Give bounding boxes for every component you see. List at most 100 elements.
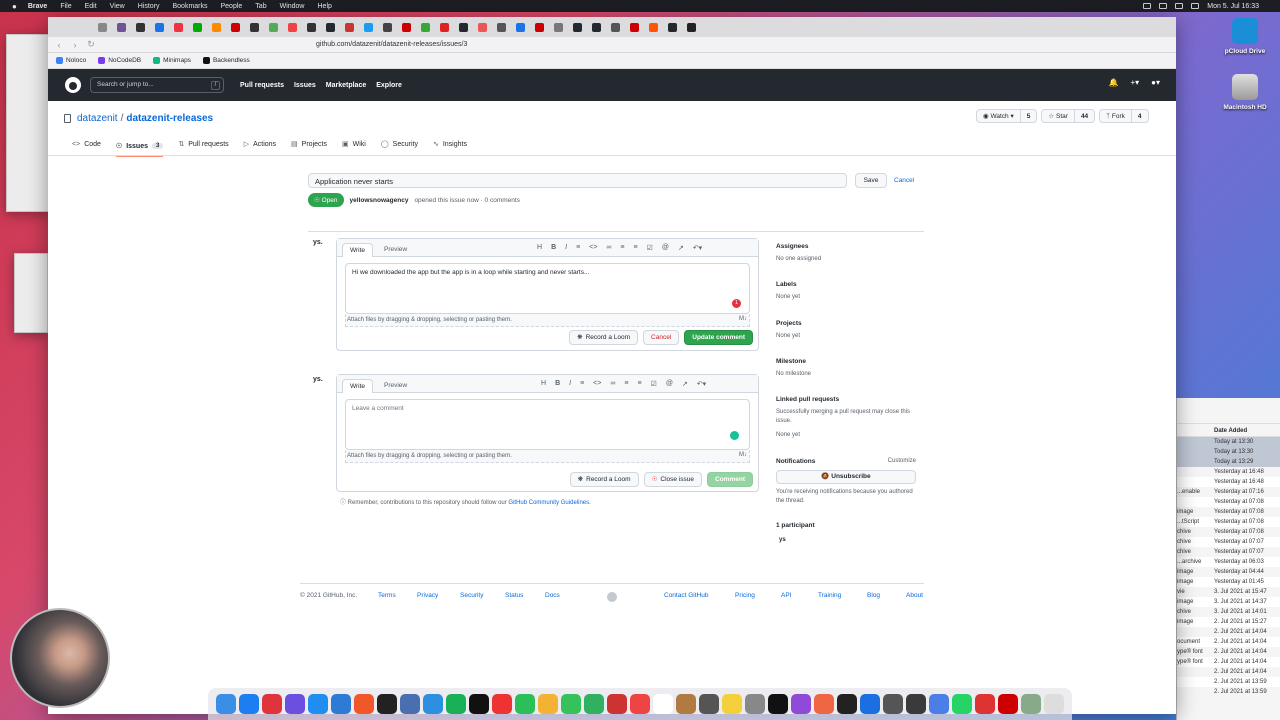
dock-app-icon[interactable] <box>284 694 305 714</box>
notification-badge[interactable]: 1 <box>732 299 741 308</box>
dock-app-icon[interactable] <box>215 694 236 714</box>
tab-favicon-icon[interactable] <box>478 22 487 32</box>
github-logo-icon[interactable] <box>65 77 81 93</box>
finder-row[interactable]: Yesterday at 07:08 <box>1177 497 1280 507</box>
numbered-list-icon[interactable]: ≡ <box>633 244 637 252</box>
tab-favicon-icon[interactable] <box>402 22 411 32</box>
nav-issues[interactable]: Issues <box>294 82 316 89</box>
dock-app-icon[interactable] <box>698 694 719 714</box>
finder-row[interactable]: 2. Jul 2021 at 13:59 <box>1177 687 1280 697</box>
menu-window[interactable]: Window <box>280 3 305 10</box>
heading-icon[interactable]: H <box>541 380 546 388</box>
reference-icon[interactable]: ↗ <box>682 380 688 388</box>
bullet-list-icon[interactable]: ≡ <box>620 244 624 252</box>
star-button[interactable]: ☆ Star 44 <box>1041 109 1096 123</box>
cancel-edit-button[interactable]: Cancel <box>643 330 680 345</box>
tab-favicon-icon[interactable] <box>383 22 392 32</box>
dock-app-icon[interactable] <box>629 694 650 714</box>
finder-window[interactable]: Date Added Today at 13:30 Today at 13:30 T… <box>1176 398 1280 720</box>
dock-app-icon[interactable] <box>1021 694 1042 714</box>
footer-contact[interactable]: Contact GitHub <box>664 592 708 599</box>
footer-terms[interactable]: Terms <box>378 592 396 599</box>
bell-icon[interactable]: 🔔 <box>1108 78 1118 87</box>
bookmark-nocodedb[interactable]: NoCodeDB <box>98 57 141 64</box>
finder-row[interactable]: chive Yesterday at 07:08 <box>1177 527 1280 537</box>
sidebar-labels[interactable]: Labels None yet <box>776 281 800 302</box>
finder-row[interactable]: Today at 13:29 <box>1177 457 1280 467</box>
finder-row[interactable]: ype® font 2. Jul 2021 at 14:04 <box>1177 647 1280 657</box>
link-icon[interactable]: ∞ <box>610 380 615 388</box>
sidebar-projects[interactable]: Projects None yet <box>776 320 802 341</box>
save-title-button[interactable]: Save <box>855 173 887 188</box>
tab-favicon-icon[interactable] <box>307 22 316 32</box>
bullet-list-icon[interactable]: ≡ <box>624 380 628 388</box>
tab-favicon-icon[interactable] <box>326 22 335 32</box>
close-issue-button[interactable]: ☉ Close issue <box>643 472 703 487</box>
dock-app-icon[interactable] <box>905 694 926 714</box>
tab-favicon-icon[interactable] <box>231 22 240 32</box>
dock-app-icon[interactable] <box>238 694 259 714</box>
bold-icon[interactable]: B <box>555 380 560 388</box>
finder-column-header[interactable]: Date Added <box>1177 424 1280 437</box>
finder-row[interactable]: image Yesterday at 04:44 <box>1177 567 1280 577</box>
tab-favicon-icon[interactable] <box>459 22 468 32</box>
avatar-icon[interactable]: ●▾ <box>1151 78 1160 87</box>
dock-app-icon[interactable] <box>998 694 1019 714</box>
tab-favicon-icon[interactable] <box>516 22 525 32</box>
menu-file[interactable]: File <box>60 3 71 10</box>
finder-row[interactable]: vie 3. Jul 2021 at 15:47 <box>1177 587 1280 597</box>
menu-help[interactable]: Help <box>318 3 332 10</box>
task-list-icon[interactable]: ☑ <box>651 380 657 388</box>
reference-icon[interactable]: ↗ <box>678 244 684 252</box>
sidebar-linked-prs[interactable]: Linked pull requests Successfully mergin… <box>776 396 916 440</box>
dock-app-icon[interactable] <box>836 694 857 714</box>
reload-icon[interactable]: ↻ <box>86 39 96 50</box>
grammarly-icon[interactable] <box>730 431 739 440</box>
customize-link[interactable]: Customize <box>888 458 916 464</box>
dock-app-icon[interactable] <box>330 694 351 714</box>
tab-favicon-icon[interactable] <box>250 22 259 32</box>
desktop-icon-pcloud[interactable]: pCloud Drive <box>1210 18 1280 55</box>
dock-app-icon[interactable] <box>468 694 489 714</box>
tab-favicon-icon[interactable] <box>573 22 582 32</box>
dock-app-icon[interactable] <box>721 694 742 714</box>
footer-docs[interactable]: Docs <box>545 592 560 599</box>
tab-favicon-icon[interactable] <box>288 22 297 32</box>
finder-row[interactable]: Today at 13:30 <box>1177 437 1280 447</box>
footer-privacy[interactable]: Privacy <box>417 592 438 599</box>
comment-textarea[interactable]: Hi we downloaded the app but the app is … <box>345 263 750 314</box>
tab-preview[interactable]: Preview <box>377 379 414 393</box>
quote-icon[interactable]: ≡ <box>580 380 584 388</box>
tab-favicon-icon[interactable] <box>611 22 620 32</box>
tab-projects[interactable]: ▤ Projects <box>291 137 327 151</box>
italic-icon[interactable]: I <box>569 380 571 388</box>
bold-icon[interactable]: B <box>551 244 556 252</box>
finder-row[interactable]: Yesterday at 16:48 <box>1177 477 1280 487</box>
finder-row[interactable]: image 3. Jul 2021 at 14:37 <box>1177 597 1280 607</box>
finder-row[interactable]: chive 3. Jul 2021 at 14:01 <box>1177 607 1280 617</box>
menu-view[interactable]: View <box>110 3 125 10</box>
tab-favicon-icon[interactable] <box>345 22 354 32</box>
dock-app-icon[interactable] <box>767 694 788 714</box>
dock-app-icon[interactable] <box>675 694 696 714</box>
bookmark-noloco[interactable]: Noloco <box>56 57 86 64</box>
back-icon[interactable]: ‹ <box>54 40 64 50</box>
attach-files-area[interactable]: Attach files by dragging & dropping, sel… <box>345 314 750 327</box>
dock-app-icon[interactable] <box>261 694 282 714</box>
tab-favicon-icon[interactable] <box>630 22 639 32</box>
footer-security[interactable]: Security <box>460 592 483 599</box>
tab-favicon-icon[interactable] <box>592 22 601 32</box>
menu-edit[interactable]: Edit <box>85 3 97 10</box>
dock-app-icon[interactable] <box>491 694 512 714</box>
menu-people[interactable]: People <box>221 3 243 10</box>
forward-icon[interactable]: › <box>70 40 80 50</box>
tab-security[interactable]: ◯ Security <box>381 137 418 151</box>
tab-favicon-icon[interactable] <box>440 22 449 32</box>
finder-row[interactable]: image Yesterday at 07:08 <box>1177 507 1280 517</box>
avatar[interactable]: ys. <box>313 376 323 383</box>
update-comment-button[interactable]: Update comment <box>684 330 753 345</box>
bookmark-minimaps[interactable]: Minimaps <box>153 57 191 64</box>
dock-app-icon[interactable] <box>1044 694 1065 714</box>
dock-app-icon[interactable] <box>537 694 558 714</box>
dock-app-icon[interactable] <box>514 694 535 714</box>
